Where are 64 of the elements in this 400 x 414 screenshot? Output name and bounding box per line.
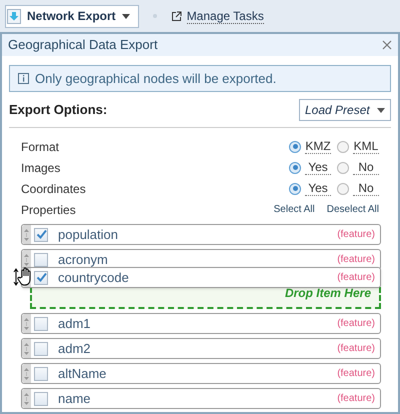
info-text: Only geographical nodes will be exported. — [35, 70, 276, 88]
property-item[interactable]: population (feature) — [21, 224, 381, 245]
property-name: countrycode — [58, 271, 129, 284]
option-label: Coordinates — [21, 180, 86, 198]
radio-button[interactable] — [289, 162, 301, 174]
radio-button[interactable] — [337, 162, 349, 174]
radio-button[interactable] — [337, 182, 349, 194]
checkbox[interactable] — [34, 366, 48, 380]
drag-handle[interactable] — [22, 364, 31, 383]
checkbox[interactable] — [34, 392, 48, 406]
radio-button[interactable] — [289, 182, 301, 194]
select-all-link[interactable]: Select All — [274, 202, 315, 217]
property-tag: (feature) — [337, 230, 375, 240]
radio-button[interactable] — [337, 140, 349, 152]
radio-option[interactable]: Yes — [289, 160, 331, 175]
external-link-icon — [170, 10, 182, 22]
radio-option[interactable]: KMZ — [289, 139, 331, 154]
caret-icon — [377, 108, 385, 112]
property-name: adm1 — [58, 317, 91, 330]
radio-option[interactable]: KML — [337, 139, 379, 154]
property-item[interactable]: adm1 (feature) — [21, 313, 381, 334]
close-icon[interactable] — [382, 40, 392, 50]
dialog-title: Geographical Data Export — [8, 36, 158, 54]
property-name: acronym — [58, 253, 108, 266]
network-export-button[interactable]: Network Export — [5, 4, 139, 28]
drag-handle[interactable] — [22, 314, 31, 333]
option-label: Images — [21, 160, 60, 176]
radio-button[interactable] — [289, 140, 301, 152]
checkbox[interactable] — [34, 228, 48, 242]
property-item[interactable]: altName (feature) — [21, 363, 381, 384]
property-item[interactable]: adm2 (feature) — [21, 338, 381, 359]
drag-handle[interactable] — [22, 250, 31, 269]
caret-icon — [122, 14, 130, 18]
option-label: Properties — [21, 202, 76, 218]
manage-tasks-link[interactable]: Manage Tasks — [170, 8, 264, 24]
drag-handle[interactable] — [22, 225, 31, 244]
property-name: name — [58, 392, 91, 405]
property-item[interactable]: name (feature) — [21, 388, 381, 409]
property-tag: (feature) — [337, 394, 375, 404]
option-label: Format — [21, 138, 60, 156]
property-tag: (feature) — [337, 318, 375, 328]
radio-option[interactable]: No — [337, 160, 379, 175]
section-title: Export Options: — [9, 101, 108, 120]
deselect-all-link[interactable]: Deselect All — [326, 202, 379, 217]
property-name: altName — [58, 367, 106, 380]
download-icon — [7, 8, 21, 24]
checkbox[interactable] — [34, 252, 48, 266]
checkbox[interactable] — [34, 342, 48, 356]
checkbox[interactable] — [34, 270, 48, 284]
radio-option[interactable]: Yes — [289, 181, 331, 196]
radio-option[interactable]: No — [337, 181, 379, 196]
drop-zone-text: Drop Item Here — [284, 285, 371, 302]
checkbox[interactable] — [34, 316, 48, 330]
drag-handle[interactable] — [22, 389, 31, 408]
property-name: population — [58, 228, 118, 241]
property-tag: (feature) — [337, 254, 375, 264]
property-tag: (feature) — [337, 368, 375, 378]
info-icon — [18, 73, 29, 84]
property-tag: (feature) — [337, 272, 375, 282]
load-preset-dropdown[interactable]: Load Preset — [299, 99, 391, 121]
drag-handle[interactable] — [22, 339, 31, 358]
property-tag: (feature) — [337, 344, 375, 354]
property-item[interactable]: countrycode (feature) — [21, 267, 381, 288]
property-name: adm2 — [58, 342, 91, 355]
